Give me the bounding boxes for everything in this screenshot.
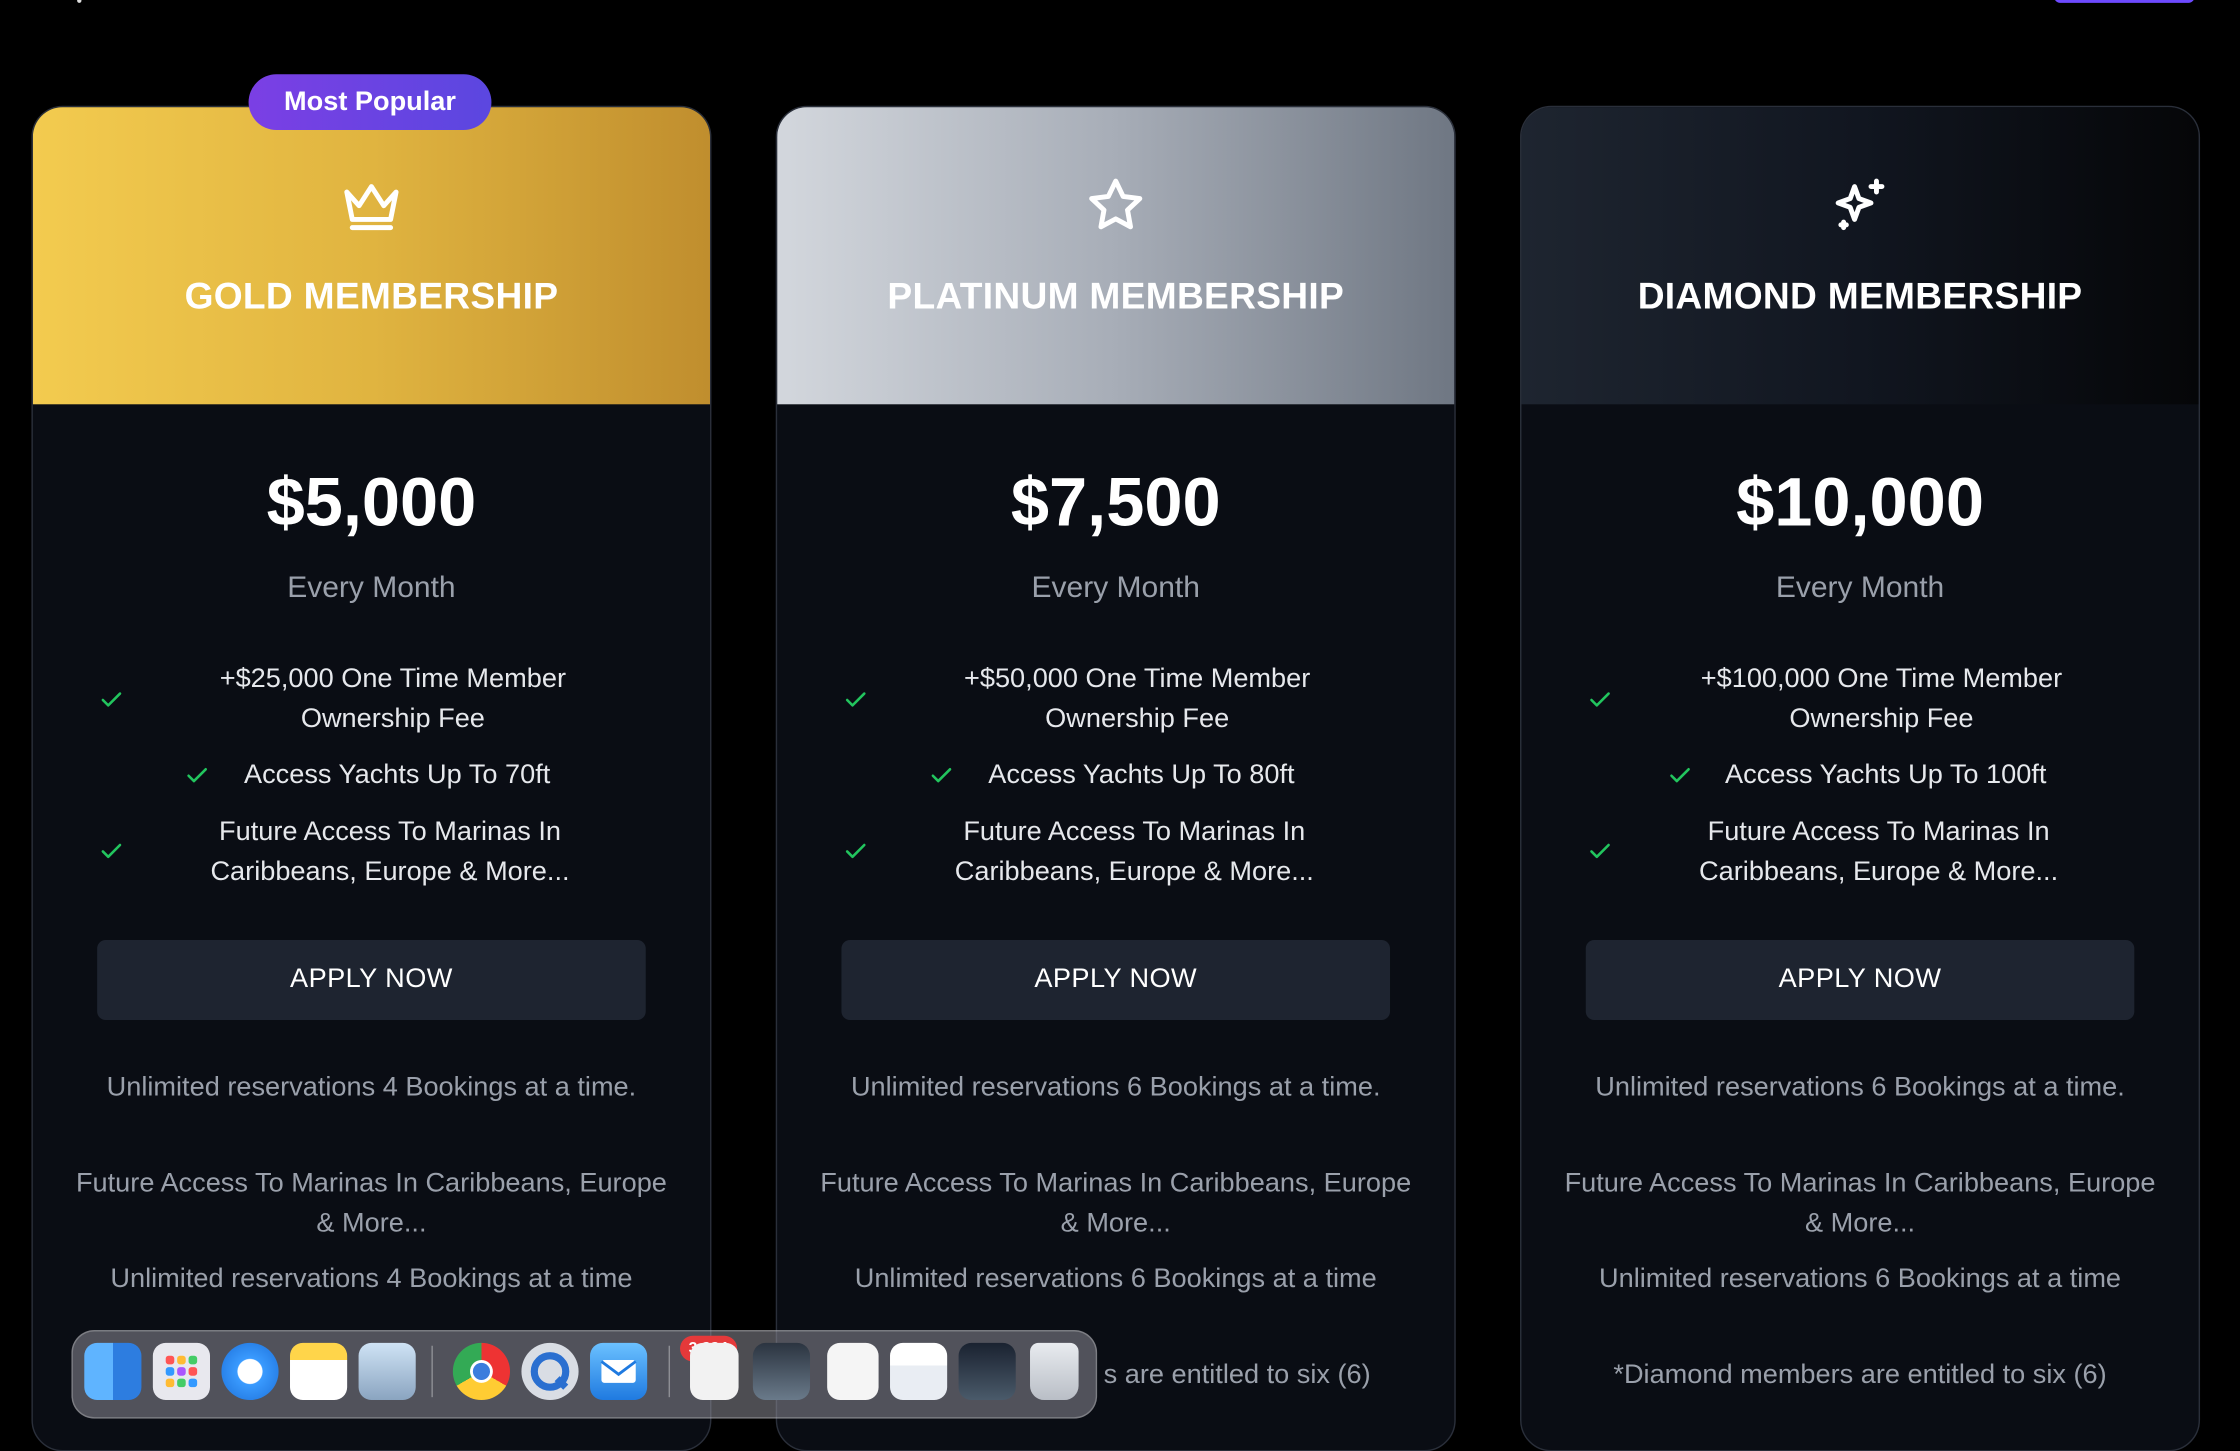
document-icon[interactable] — [690, 1342, 739, 1401]
note-entitlement: s are entitled to six (6) — [1103, 1360, 1371, 1391]
note-marinas: Future Access To Marinas In Caribbeans, … — [1564, 1168, 2156, 1239]
note-reservations-2: Unlimited reservations 6 Bookings at a t… — [1599, 1264, 2122, 1295]
trash-icon[interactable] — [1030, 1342, 1079, 1401]
dock-separator — [668, 1345, 671, 1398]
plan-title: GOLD MEMBERSHIP — [184, 274, 559, 318]
note-reservations: Unlimited reservations 4 Bookings at a t… — [106, 1072, 637, 1103]
feature-marinas: Future Access To Marinas In Caribbeans, … — [1699, 817, 2059, 888]
document-list-icon[interactable] — [827, 1342, 879, 1401]
dock-separator — [431, 1345, 433, 1398]
star-icon — [1083, 173, 1149, 239]
feature-marinas: Future Access To Marinas In Caribbeans, … — [210, 817, 570, 888]
feature-ownership-fee: +$100,000 One Time Member Ownership Fee — [1700, 664, 2063, 735]
check-icon — [843, 839, 869, 865]
note-reservations: Unlimited reservations 6 Bookings at a t… — [850, 1072, 1381, 1103]
check-icon — [99, 839, 125, 865]
apply-now-button[interactable]: APPLY NOW — [97, 940, 646, 1021]
note-entitlement: *Diamond members are entitled to six (6) — [1613, 1360, 2107, 1391]
note-reservations: Unlimited reservations 6 Bookings at a t… — [1595, 1072, 2125, 1103]
note-marinas: Future Access To Marinas In Caribbeans, … — [75, 1168, 667, 1239]
plan-header: GOLD MEMBERSHIP — [32, 107, 711, 405]
feature-marinas: Future Access To Marinas In Caribbeans, … — [954, 817, 1314, 888]
plan-period: Every Month — [1031, 571, 1200, 605]
plan-title: DIAMOND MEMBERSHIP — [1637, 274, 2083, 318]
plan-header: PLATINUM MEMBERSHIP — [777, 107, 1455, 405]
notes-icon[interactable] — [290, 1342, 348, 1401]
plan-price: $7,500 — [1010, 465, 1221, 542]
quicktime-icon[interactable] — [521, 1342, 579, 1401]
apply-now-button[interactable]: APPLY NOW — [1585, 940, 2135, 1021]
feature-yacht-size: Access Yachts Up To 70ft — [244, 760, 551, 791]
check-icon — [1587, 687, 1613, 713]
plan-title: PLATINUM MEMBERSHIP — [887, 274, 1345, 318]
note-reservations-2: Unlimited reservations 6 Bookings at a t… — [854, 1264, 1377, 1295]
chrome-icon[interactable] — [452, 1342, 511, 1401]
feature-yacht-size: Access Yachts Up To 80ft — [988, 760, 1295, 791]
sparkles-icon — [1827, 173, 1893, 239]
apply-now-button[interactable]: APPLY NOW — [841, 940, 1391, 1021]
plan-header: DIAMOND MEMBERSHIP — [1521, 107, 2199, 405]
plan-period: Every Month — [1775, 571, 1945, 605]
plan-card-gold: GOLD MEMBERSHIP $5,000 Every Month +$25,… — [31, 105, 712, 1451]
safari-icon[interactable] — [221, 1342, 279, 1401]
note-marinas: Future Access To Marinas In Caribbeans, … — [820, 1168, 1412, 1239]
plan-period: Every Month — [287, 571, 456, 605]
top-nav-button[interactable] — [2054, 0, 2195, 3]
plan-card-platinum: PLATINUM MEMBERSHIP $7,500 Every Month +… — [775, 105, 1456, 1451]
check-icon — [843, 687, 869, 713]
top-edge-mark — [77, 0, 82, 3]
browser-window-icon[interactable] — [890, 1342, 948, 1401]
chrome-window-icon[interactable] — [958, 1342, 1016, 1401]
mail-icon[interactable] — [590, 1342, 648, 1401]
preview-icon[interactable] — [358, 1342, 416, 1401]
most-popular-badge: Most Popular — [248, 74, 492, 131]
feature-yacht-size: Access Yachts Up To 100ft — [1725, 760, 2047, 791]
feature-ownership-fee: +$50,000 One Time Member Ownership Fee — [964, 664, 1311, 735]
crown-icon — [339, 173, 405, 239]
feature-ownership-fee: +$25,000 One Time Member Ownership Fee — [219, 664, 566, 735]
launchpad-icon[interactable] — [152, 1342, 211, 1401]
plan-card-diamond: DIAMOND MEMBERSHIP $10,000 Every Month +… — [1520, 105, 2201, 1451]
screenshot-icon[interactable] — [752, 1342, 811, 1401]
finder-icon[interactable] — [84, 1342, 142, 1401]
check-icon — [99, 687, 125, 713]
note-reservations-2: Unlimited reservations 4 Bookings at a t… — [110, 1264, 633, 1295]
check-icon — [1587, 839, 1613, 865]
plan-price: $5,000 — [266, 465, 477, 542]
check-icon — [1667, 763, 1693, 789]
macos-dock: 3,884 — [71, 1330, 1098, 1419]
plan-price: $10,000 — [1736, 465, 1984, 542]
